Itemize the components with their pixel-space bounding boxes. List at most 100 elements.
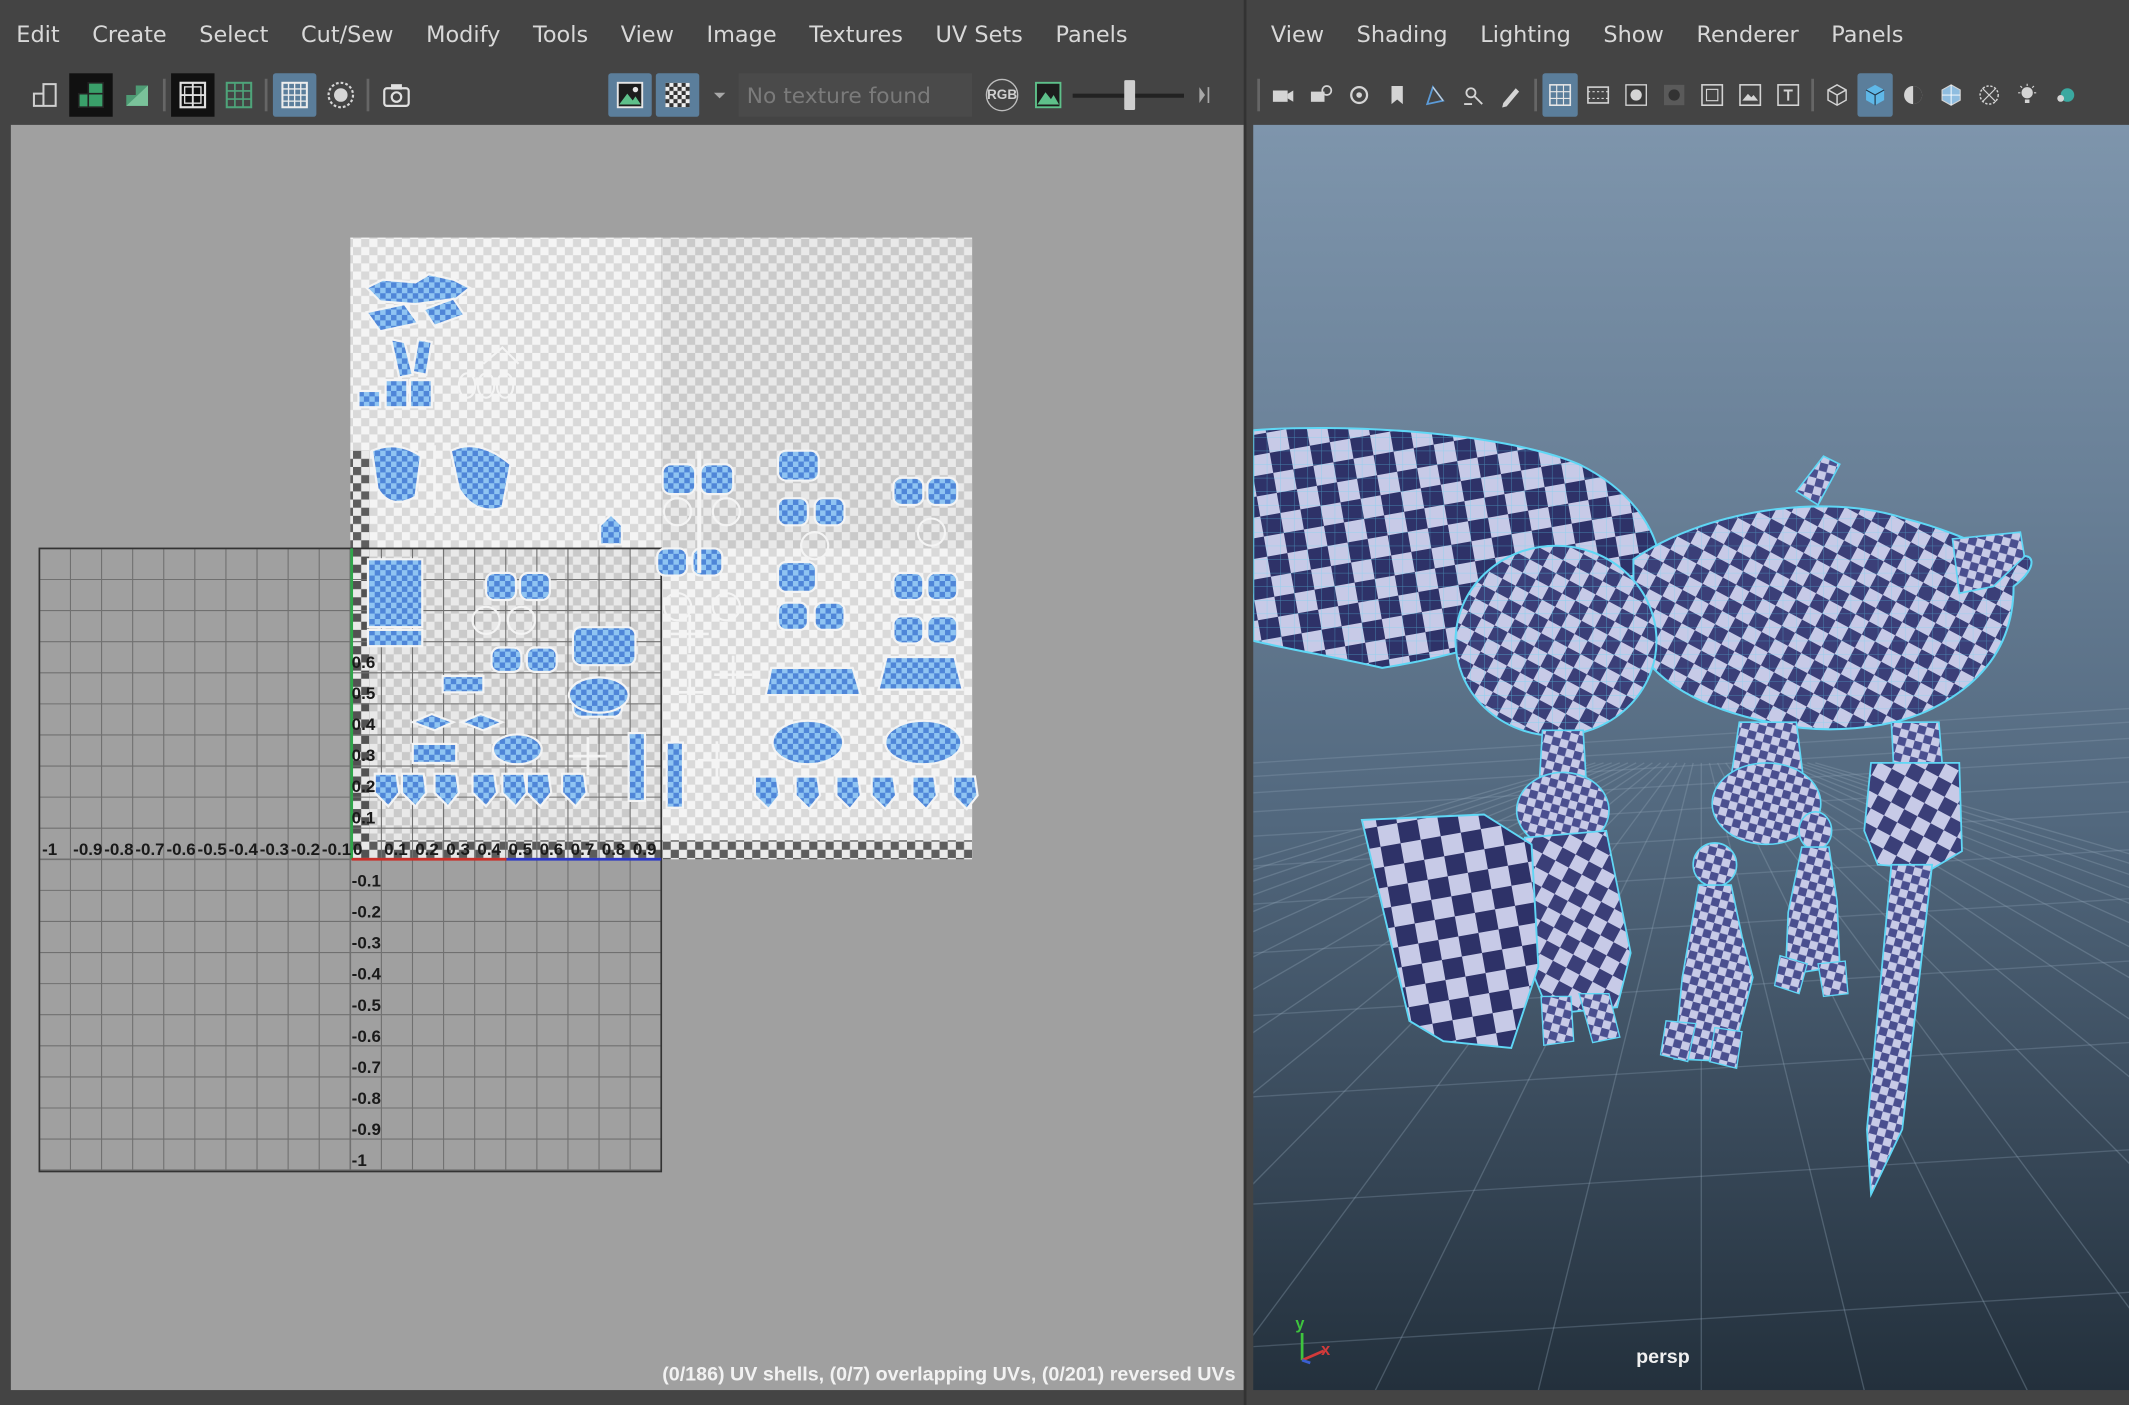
- mid-right-leg-mesh[interactable]: [1784, 846, 1841, 976]
- field-chart-icon[interactable]: [1695, 73, 1730, 116]
- grid-icon[interactable]: [217, 73, 260, 116]
- uv-layout-view[interactable]: -1 -0.9 -0.8 -0.7 -0.6 -0.5 -0.4 -0.3 -0.2 -0.1 0 0…: [11, 125, 1244, 1390]
- menu-cut-sew[interactable]: Cut/Sew: [285, 0, 410, 68]
- back-leg-mesh[interactable]: [1863, 762, 1963, 870]
- ambient-occlusion-icon[interactable]: [2048, 73, 2083, 116]
- menu-textures[interactable]: Textures: [793, 0, 919, 68]
- checker-icon[interactable]: [655, 73, 700, 117]
- wireframe-circle-icon[interactable]: [319, 73, 362, 116]
- uv-shell[interactable]: [771, 719, 845, 766]
- uv-tile-icon[interactable]: [69, 73, 113, 117]
- robot-mesh[interactable]: [1253, 426, 2033, 1199]
- front-leg-mesh[interactable]: [1523, 829, 1632, 1015]
- menu-select[interactable]: Select: [183, 0, 285, 68]
- menu-renderer[interactable]: Renderer: [1680, 0, 1815, 68]
- uv-shell[interactable]: [656, 547, 689, 577]
- uv-shell[interactable]: [699, 463, 735, 496]
- menu-create[interactable]: Create: [76, 0, 183, 68]
- menu-view[interactable]: View: [1255, 0, 1341, 68]
- menu-lighting[interactable]: Lighting: [1464, 0, 1587, 68]
- menu-shading[interactable]: Shading: [1340, 0, 1464, 68]
- pixel-grid-icon[interactable]: [272, 73, 317, 117]
- uv-shell[interactable]: [776, 449, 820, 482]
- uv-shell[interactable]: [661, 463, 697, 496]
- grease-pencil-icon[interactable]: [1494, 73, 1529, 116]
- image-display-icon[interactable]: [608, 73, 652, 117]
- arrow-right-icon[interactable]: [1184, 73, 1219, 116]
- gate-mask-icon[interactable]: [1656, 73, 1691, 116]
- menu-image[interactable]: Image: [690, 0, 793, 68]
- lights-icon[interactable]: [2010, 73, 2045, 116]
- uv-shell[interactable]: [627, 731, 647, 803]
- dropdown-arrow-icon[interactable]: [702, 73, 737, 116]
- uv-shell[interactable]: [484, 571, 518, 602]
- uv-shell[interactable]: [776, 560, 818, 593]
- neck-mesh[interactable]: [1538, 729, 1587, 778]
- uv-shell[interactable]: [764, 666, 863, 697]
- scene-view[interactable]: y x: [1253, 125, 2129, 1391]
- exposure-icon[interactable]: [1026, 73, 1069, 116]
- wireframe-on-shaded-icon[interactable]: [1933, 73, 1968, 116]
- uv-shell[interactable]: [441, 674, 485, 694]
- grid-frame-icon[interactable]: [171, 73, 215, 117]
- uv-shell[interactable]: [776, 601, 809, 631]
- resolution-gate-icon[interactable]: [1618, 73, 1653, 116]
- uv-shell[interactable]: [877, 655, 965, 691]
- snapshot-camera-icon[interactable]: [375, 73, 418, 116]
- uv-shell[interactable]: [665, 741, 685, 809]
- shield-mesh[interactable]: [1360, 813, 1540, 1050]
- uv-shaded-icon[interactable]: [115, 73, 158, 116]
- uv-shell-icon[interactable]: [23, 73, 66, 116]
- uv-editor-canvas[interactable]: -1 -0.9 -0.8 -0.7 -0.6 -0.5 -0.4 -0.3 -0.2 -0.1 0 0…: [10, 124, 1244, 1391]
- uv-shell[interactable]: [491, 733, 543, 766]
- uv-shell[interactable]: [518, 571, 551, 602]
- camera-attributes-icon[interactable]: [1303, 73, 1338, 116]
- menu-view[interactable]: View: [604, 0, 690, 68]
- menu-panels[interactable]: Panels: [1039, 0, 1144, 68]
- wireframe-icon[interactable]: [1819, 73, 1854, 116]
- select-camera-icon[interactable]: [1265, 73, 1300, 116]
- two-d-pan-icon[interactable]: [1456, 73, 1491, 116]
- uv-shell[interactable]: [892, 571, 925, 602]
- perspective-viewport[interactable]: y x persp: [1253, 124, 2129, 1391]
- uv-shell[interactable]: [926, 571, 959, 602]
- uv-shell[interactable]: [384, 379, 409, 409]
- xray-icon[interactable]: [1971, 73, 2006, 116]
- texture-name-field[interactable]: No texture found: [738, 73, 973, 117]
- uv-shell[interactable]: [411, 742, 458, 764]
- film-gate-icon[interactable]: [1580, 73, 1615, 116]
- image-plane-icon[interactable]: [1418, 73, 1453, 116]
- uv-shell[interactable]: [357, 389, 382, 409]
- uv-shell[interactable]: [884, 719, 963, 766]
- bookmark-icon[interactable]: [1380, 73, 1415, 116]
- uv-shell[interactable]: [366, 628, 424, 648]
- uv-shell[interactable]: [525, 646, 558, 674]
- uv-shell[interactable]: [776, 497, 809, 527]
- uv-shell[interactable]: [691, 547, 724, 577]
- uv-shell[interactable]: [567, 676, 630, 714]
- menu-tools[interactable]: Tools: [517, 0, 605, 68]
- uv-shell[interactable]: [490, 646, 523, 674]
- uv-shell[interactable]: [926, 476, 959, 507]
- uv-shell[interactable]: [408, 379, 433, 409]
- flat-shade-icon[interactable]: [1895, 73, 1930, 116]
- uv-shell[interactable]: [892, 476, 925, 507]
- camera-lock-icon[interactable]: [1341, 73, 1376, 116]
- uv-shell[interactable]: [813, 601, 846, 631]
- uv-shell[interactable]: [813, 497, 846, 527]
- smooth-shade-icon[interactable]: [1857, 73, 1893, 117]
- exposure-slider-thumb[interactable]: [1124, 80, 1136, 110]
- uv-shell[interactable]: [366, 558, 424, 629]
- menu-edit[interactable]: Edit: [0, 0, 76, 68]
- antenna-mesh[interactable]: [1795, 455, 1841, 507]
- menu-uv-sets[interactable]: UV Sets: [919, 0, 1039, 68]
- uv-shell[interactable]: [892, 615, 925, 645]
- rgb-channels-icon[interactable]: RGB: [980, 73, 1023, 116]
- safe-title-icon[interactable]: [1771, 73, 1806, 116]
- menu-show[interactable]: Show: [1587, 0, 1680, 68]
- uv-shell[interactable]: [571, 626, 637, 667]
- uv-shell[interactable]: [926, 615, 959, 645]
- safe-action-icon[interactable]: [1733, 73, 1768, 116]
- menu-modify[interactable]: Modify: [410, 0, 517, 68]
- grid-icon[interactable]: [1542, 73, 1578, 117]
